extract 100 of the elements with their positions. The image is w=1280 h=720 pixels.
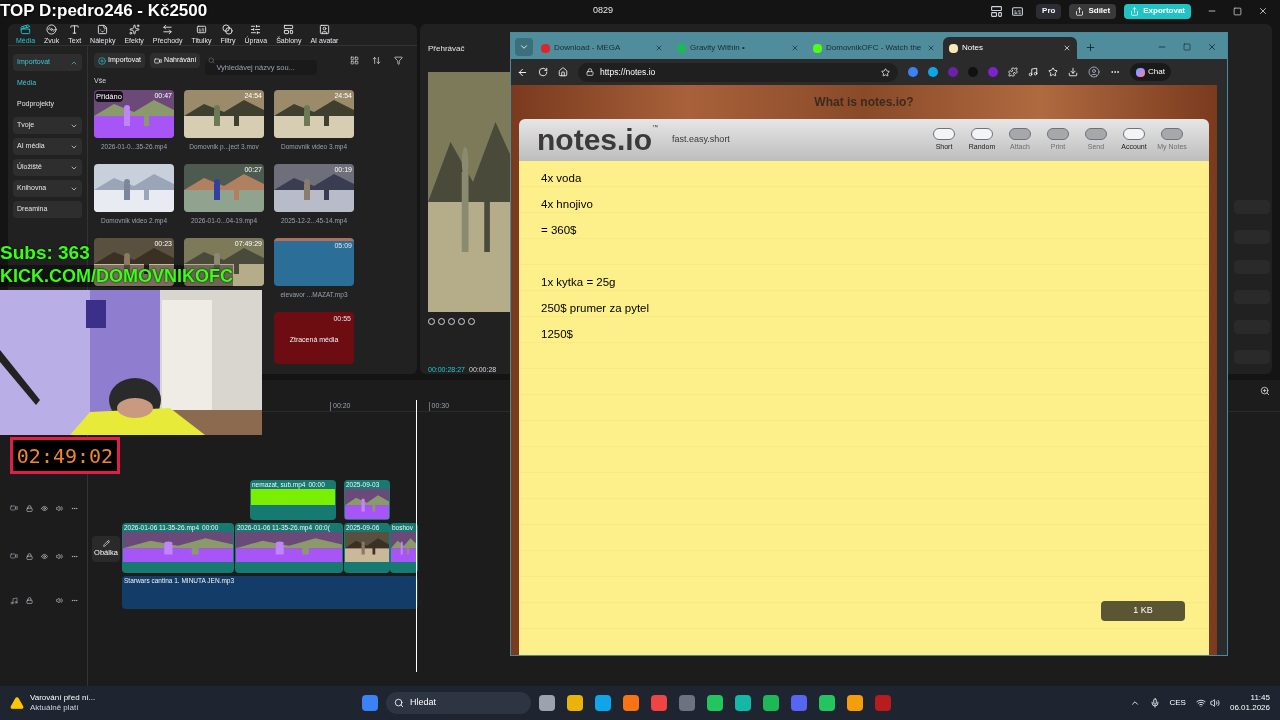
pro-button[interactable]: Pro xyxy=(1036,3,1062,19)
tab-icon xyxy=(250,24,262,35)
app-icon[interactable] xyxy=(845,693,865,713)
subscriber-count: Subs: 363 xyxy=(0,242,90,264)
note-line: 4x voda xyxy=(541,171,583,186)
favicon xyxy=(541,43,550,53)
network-icon[interactable] xyxy=(1195,698,1206,708)
note-line: 1250$ xyxy=(541,327,574,342)
pencil-icon xyxy=(102,539,110,547)
lock-icon xyxy=(586,68,594,76)
notes-logo: notes.io xyxy=(537,124,652,156)
tab-icon xyxy=(222,24,234,35)
tagline: fast.easy.short xyxy=(672,133,730,147)
lock-icon[interactable] xyxy=(26,552,33,560)
browser-tab[interactable]: Gravity Within • xyxy=(671,37,805,59)
taskbar-search[interactable]: Hledat xyxy=(386,692,531,714)
back-icon[interactable] xyxy=(517,66,528,78)
favicon xyxy=(813,43,822,53)
chat-logo-icon xyxy=(1136,67,1145,77)
favorites-icon[interactable] xyxy=(1048,67,1058,77)
eye-icon[interactable] xyxy=(41,552,48,560)
project-title: 0829 xyxy=(592,4,614,18)
profile-icon[interactable] xyxy=(1088,66,1100,78)
chat-button[interactable]: Chat xyxy=(1130,63,1171,81)
volume-icon[interactable] xyxy=(1209,698,1220,708)
tool-icon xyxy=(933,127,955,140)
lock-icon[interactable] xyxy=(26,504,33,512)
language-indicator[interactable]: CES xyxy=(1169,697,1186,709)
tool-icon xyxy=(1123,127,1145,140)
app-icon[interactable] xyxy=(789,693,809,713)
video-track-icon xyxy=(10,552,18,560)
app-icon[interactable] xyxy=(733,693,753,713)
clock-date: 06.01.2026 xyxy=(1229,703,1270,713)
donation-text: TOP D:pedro246 - Kč2500 xyxy=(0,0,208,22)
camera-icon xyxy=(154,56,163,65)
tab-icon xyxy=(69,24,81,35)
tab-icon xyxy=(128,24,140,35)
sort-icon[interactable] xyxy=(372,56,381,65)
note-line: = 360$ xyxy=(541,223,578,238)
captions-icon[interactable] xyxy=(1011,4,1025,18)
tab-icon xyxy=(318,24,330,35)
plus-icon xyxy=(98,56,106,65)
note-paper[interactable]: 4x voda 4x hnojivo = 360$ 1x kytka = 25g 250$ prumer za pytel 1250$ 1 KB xyxy=(519,161,1209,655)
tool-icon xyxy=(1009,127,1031,140)
tab-icon xyxy=(195,24,207,35)
volume-icon[interactable] xyxy=(56,552,63,560)
filter-icon[interactable] xyxy=(394,56,403,65)
favicon xyxy=(949,43,958,53)
tool-icon xyxy=(971,127,993,140)
app-icon[interactable] xyxy=(537,693,557,713)
browser-tab[interactable]: Download - MEGA xyxy=(535,37,669,59)
share-icon xyxy=(1075,6,1085,16)
search-icon xyxy=(394,698,404,708)
eye-icon[interactable] xyxy=(41,504,48,512)
new-tab-icon[interactable] xyxy=(1085,42,1096,53)
app-icon[interactable] xyxy=(621,693,641,713)
note-line: 1x kytka = 25g xyxy=(541,275,617,290)
reload-icon[interactable] xyxy=(538,67,548,77)
chevron-down-icon xyxy=(519,42,529,52)
layout-icon[interactable] xyxy=(990,4,1004,18)
browser-tab[interactable]: DomovnikOFC - Watch the xyxy=(807,37,941,59)
tool-icon xyxy=(1085,127,1107,140)
app-icon[interactable] xyxy=(705,693,725,713)
note-line: 250$ prumer za pytel xyxy=(541,301,651,316)
zoom-icon[interactable] xyxy=(1260,386,1270,396)
close-icon[interactable] xyxy=(1258,6,1268,16)
start-icon[interactable] xyxy=(360,693,380,713)
share-button[interactable]: Sdílet xyxy=(1069,3,1117,19)
star-icon[interactable] xyxy=(881,67,890,77)
media-icon[interactable] xyxy=(1028,67,1038,77)
app-icon[interactable] xyxy=(649,693,669,713)
search-icon xyxy=(208,57,216,64)
tab-icon xyxy=(283,24,295,35)
extensions-icon[interactable] xyxy=(1008,67,1018,77)
tool-icon xyxy=(1047,127,1069,140)
volume-icon[interactable] xyxy=(56,504,63,512)
tab-icon xyxy=(97,24,109,35)
app-icon[interactable] xyxy=(565,693,585,713)
app-icon[interactable] xyxy=(817,693,837,713)
tab-icon xyxy=(46,24,58,35)
home-icon[interactable] xyxy=(558,67,568,77)
warning-icon[interactable] xyxy=(10,696,24,710)
tool-icon xyxy=(1161,127,1183,140)
browser-tab[interactable]: Notes xyxy=(943,37,1077,59)
tab-icon xyxy=(162,24,174,35)
note-size-badge: 1 KB xyxy=(1101,601,1185,621)
alert-subtitle: Aktuálně platí xyxy=(30,703,80,713)
grid-icon[interactable] xyxy=(350,56,359,65)
app-icon[interactable] xyxy=(761,693,781,713)
alert-title: Varování před ní... xyxy=(30,693,97,703)
export-icon xyxy=(1130,6,1140,16)
volume-icon[interactable] xyxy=(56,597,63,604)
clock-time: 11:45 xyxy=(1250,693,1270,703)
app-icon[interactable] xyxy=(593,693,613,713)
audio-track-icon xyxy=(10,596,18,605)
mic-icon[interactable] xyxy=(1149,698,1160,708)
tab-icon xyxy=(20,24,32,35)
lock-icon[interactable] xyxy=(26,597,33,604)
download-icon[interactable] xyxy=(1068,67,1078,77)
address-bar[interactable]: https://notes.io xyxy=(578,62,898,82)
